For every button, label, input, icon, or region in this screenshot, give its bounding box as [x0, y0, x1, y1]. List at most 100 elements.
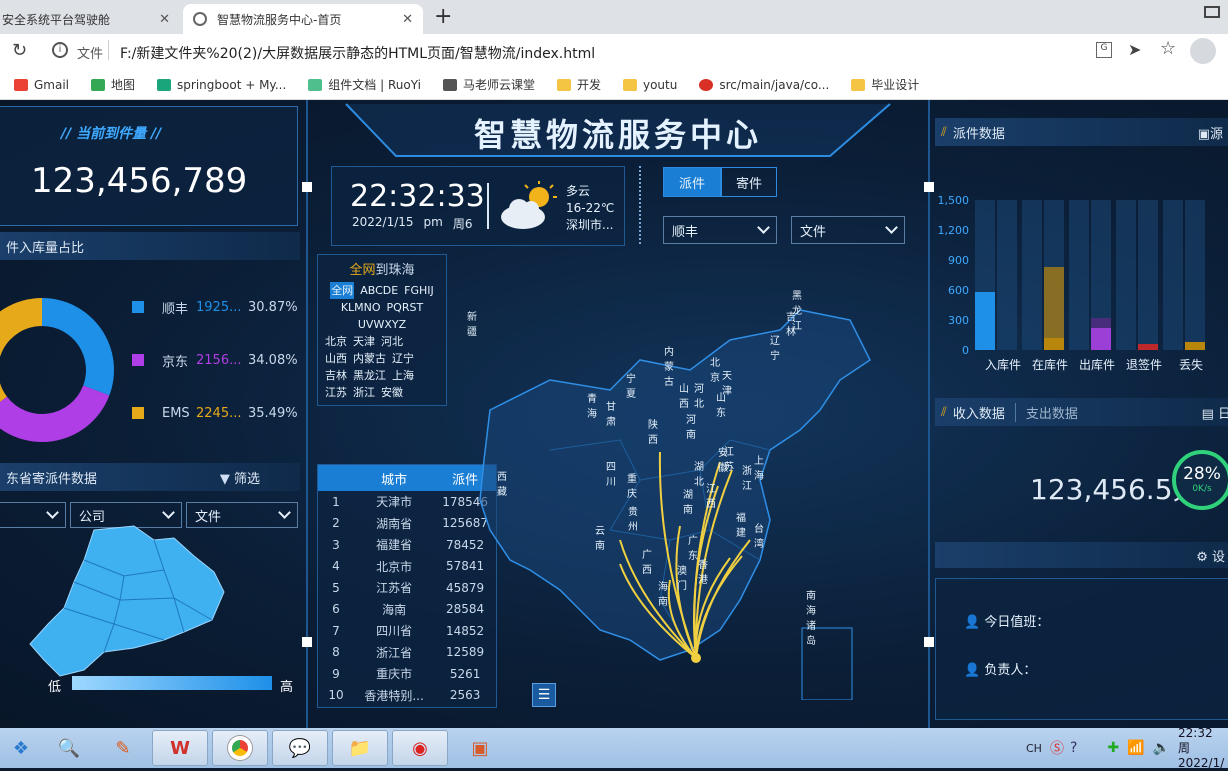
menu-icon[interactable]: ☰ [532, 683, 556, 707]
map-label: 南海诸岛 [806, 591, 816, 647]
resize-handle[interactable] [924, 182, 934, 192]
url-field[interactable]: F:/新建文件夹%20(2)/大屏数据展示静态的HTML页面/智慧物流/inde… [120, 43, 595, 63]
sogou-icon[interactable]: Ⓢ [1050, 738, 1064, 758]
city-option[interactable]: 江苏 [325, 384, 347, 401]
resize-handle[interactable] [302, 182, 312, 192]
profile-avatar[interactable] [1190, 38, 1216, 64]
volume-icon[interactable]: 🔈 [1153, 740, 1170, 756]
region-tab[interactable]: KLMNO [341, 299, 381, 316]
receive-toggle[interactable]: 寄件 [721, 167, 777, 197]
new-tab-button[interactable]: + [434, 4, 452, 29]
close-icon[interactable]: ✕ [159, 12, 170, 27]
city-option[interactable]: 北京 [325, 333, 347, 350]
file-explorer-icon[interactable]: 📁 [332, 730, 388, 766]
chrome-app-icon[interactable] [212, 730, 268, 766]
ime-indicator[interactable]: CH [1026, 742, 1042, 755]
city-option[interactable]: 吉林 [325, 367, 347, 384]
bar [1185, 342, 1205, 350]
bookmark-label: youtu [642, 77, 678, 92]
start-button[interactable]: ❖ [2, 730, 40, 766]
star-icon[interactable]: ☆ [1160, 38, 1176, 59]
send-toggle[interactable]: 派件 [663, 167, 721, 197]
settings-button[interactable]: ⚙ 设 [1196, 546, 1225, 565]
clock-weather-panel: 22:32:33 2022/1/15 pm 周6 多云 16-22℃ 深圳市..… [331, 166, 625, 246]
y-tick-label: 0 [962, 344, 969, 357]
map-label: 重庆 [627, 474, 637, 500]
close-icon[interactable]: ✕ [402, 12, 413, 27]
legend-low-label: 低 [48, 680, 62, 695]
legend-item: 京东 2156... 34.08% [132, 351, 302, 370]
filter-button[interactable]: ▼ 筛选 [220, 468, 260, 487]
data-source-button[interactable]: ▣源 [1198, 123, 1223, 142]
city-option[interactable]: 辽宁 [392, 350, 414, 367]
browser-tab[interactable]: 安全系统平台驾驶舱 ✕ [0, 4, 180, 34]
duty-today: 👤 今日值班： [964, 611, 1049, 630]
bookmark-gmail[interactable]: Gmail [14, 78, 69, 92]
item-type-select[interactable]: 文件 [791, 216, 905, 244]
chevron-down-icon [885, 221, 898, 234]
bookmark-maps[interactable]: 地图 [91, 76, 135, 93]
inbound-share-header: 件入库量占比 [0, 232, 300, 260]
city-option[interactable]: 浙江 [353, 384, 375, 401]
courier-select[interactable]: 顺丰 [663, 216, 777, 244]
region-tab[interactable]: ABCDE [360, 282, 398, 299]
browser-tab-active[interactable]: 智慧物流服务中心-首页 ✕ [183, 4, 423, 34]
bar [975, 292, 995, 350]
province-header: 东省寄派件数据 ▼ 筛选 [0, 463, 300, 491]
bookmark-ruoyi[interactable]: 组件文档 | RuoYi [308, 76, 421, 93]
city-option[interactable]: 山西 [325, 350, 347, 367]
bookmark-springboot[interactable]: springboot + My... [157, 78, 286, 92]
bookmark-label: 组件文档 | RuoYi [328, 78, 421, 92]
bar-background [1116, 200, 1136, 350]
resize-handle[interactable] [924, 637, 934, 647]
bookmark-folder-thesis[interactable]: 毕业设计 [851, 76, 919, 93]
share-icon[interactable]: ➤ [1128, 40, 1141, 59]
region-tab[interactable]: PQRST [387, 299, 424, 316]
map-label: 上海 [754, 456, 764, 482]
income-header: ⫽ 收入数据 支出数据 ▤ 日 [935, 398, 1228, 426]
tray-date: 2022/1/ [1178, 755, 1225, 770]
region-tab[interactable]: FGHIJ [404, 282, 434, 299]
wps-app-icon[interactable]: W [152, 730, 208, 766]
bookmark-folder-dev[interactable]: 开发 [556, 76, 601, 93]
tray-clock[interactable]: 22:32 周 2022/1/ [1178, 726, 1226, 771]
weather-text: 多云 16-22℃ 深圳市... [566, 183, 614, 234]
chevron-down-icon [278, 506, 291, 519]
city-option[interactable]: 上海 [392, 367, 414, 384]
city-option[interactable]: 内蒙古 [353, 350, 386, 367]
map-label: 四川 [606, 462, 616, 488]
bookmark-src[interactable]: src/main/java/co... [699, 78, 829, 92]
tab-income[interactable]: 收入数据 [953, 402, 1016, 422]
calendar-button[interactable]: ▤ 日 [1202, 403, 1228, 422]
translate-icon[interactable]: G [1096, 42, 1112, 58]
tray-icon[interactable]: ✚ [1107, 740, 1119, 756]
region-title: 全网到珠海 [322, 259, 442, 278]
bar [1138, 344, 1158, 350]
window-minimize-icon[interactable] [1204, 6, 1220, 18]
map-label: 陕西 [648, 420, 658, 446]
pen-app-icon[interactable]: ✎ [98, 730, 148, 766]
city-option[interactable]: 河北 [381, 333, 403, 350]
wechat-app-icon[interactable]: 💬 [272, 730, 328, 766]
city-option[interactable]: 天津 [353, 333, 375, 350]
info-icon[interactable]: i [52, 42, 68, 58]
section-title: 件入库量占比 [6, 240, 85, 256]
divider [487, 183, 489, 229]
tab-expense[interactable]: 支出数据 [1016, 403, 1202, 422]
tab-title: 安全系统平台驾驶舱 [2, 12, 111, 27]
region-tab[interactable]: 全网 [330, 282, 355, 299]
bookmark-ma-teacher[interactable]: 马老师云课堂 [442, 76, 535, 93]
netease-music-icon[interactable]: ◉ [392, 730, 448, 766]
presentation-app-icon[interactable]: ▣ [452, 730, 508, 766]
bookmark-folder-youtu[interactable]: youtu [622, 77, 678, 92]
search-icon[interactable]: 🔍 [44, 730, 94, 766]
city-option[interactable]: 安徽 [381, 384, 403, 401]
resize-handle[interactable] [302, 637, 312, 647]
network-icon[interactable]: 📶 [1127, 740, 1144, 756]
help-icon[interactable]: ? [1070, 740, 1077, 756]
x-tick-label: 出库件 [1079, 357, 1115, 372]
city-option[interactable]: 黑龙江 [353, 367, 386, 384]
reload-icon[interactable]: ↻ [12, 40, 27, 61]
address-prefix: 文件 [77, 47, 104, 62]
region-tab[interactable]: UVWXYZ [358, 316, 406, 333]
